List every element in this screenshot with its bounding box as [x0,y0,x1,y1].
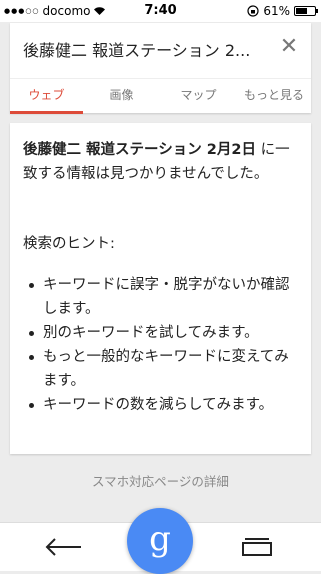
query-bold: 後藤健二 報道ステーション 2月2日 [23,142,256,158]
tabs-switcher-icon[interactable] [240,537,274,557]
rotation-lock-icon [247,5,259,17]
tab-maps[interactable]: マップ [160,79,237,114]
query-row: 後藤健二 報道ステーション 2... ✕ [10,23,311,71]
battery-percent: 61% [263,4,290,18]
google-search-button[interactable]: g [127,508,193,574]
status-right: 61% [247,4,318,18]
tab-more[interactable]: もっと見る [237,79,311,114]
battery-icon [294,6,318,16]
battery-fill [296,8,307,14]
hint-item: キーワードに誤字・脱字がないか確認します。 [23,273,303,321]
hints-list: キーワードに誤字・脱字がないか確認します。 別のキーワードを試してみます。 もっ… [23,273,303,417]
search-card: 後藤健二 報道ステーション 2... ✕ ウェブ 画像 マップ もっと見る [10,23,311,114]
hints-title: 検索のヒント: [23,236,115,252]
tab-web[interactable]: ウェブ [10,79,83,114]
result-card: 後藤健二 報道ステーション 2月2日 に一致する情報は見つかりませんでした。 検… [10,123,311,454]
tab-images[interactable]: 画像 [83,79,160,114]
hint-item: キーワードの数を減らしてみます。 [23,393,303,417]
close-icon[interactable]: ✕ [275,33,303,61]
hint-item: 別のキーワードを試してみます。 [23,321,303,345]
mobile-friendly-link[interactable]: スマホ対応ページの詳細 [0,471,321,490]
status-bar: ●●●○○ docomo 7:40 61% [0,0,321,22]
hint-item: もっと一般的なキーワードに変えてみます。 [23,345,303,393]
back-arrow-icon[interactable] [44,537,84,557]
search-query[interactable]: 後藤健二 報道ステーション 2... [23,37,268,61]
search-tabs: ウェブ 画像 マップ もっと見る [10,78,311,114]
no-results-message: 後藤健二 報道ステーション 2月2日 に一致する情報は見つかりませんでした。 [23,138,303,186]
